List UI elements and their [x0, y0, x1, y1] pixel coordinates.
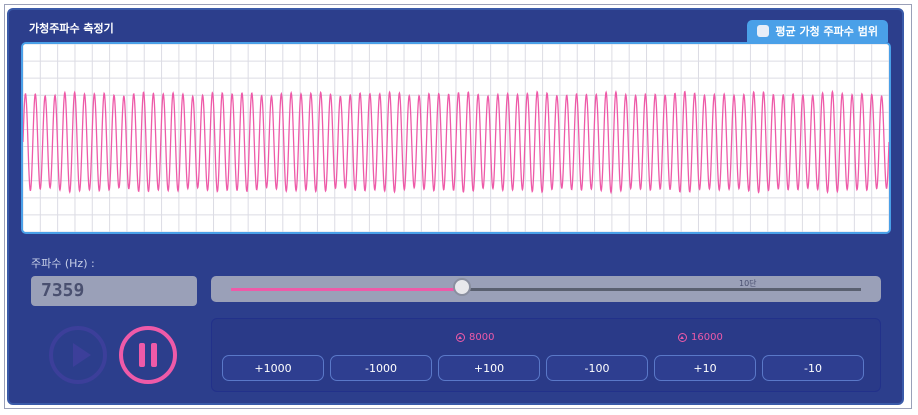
play-icon	[73, 343, 91, 367]
avg-range-label: 평균 가청 주파수 범위	[775, 25, 878, 38]
avg-range-toggle[interactable]: 평균 가청 주파수 범위	[747, 20, 888, 42]
frequency-slider[interactable]: 10단	[211, 276, 881, 302]
marker-8000[interactable]: 8000	[456, 332, 494, 343]
main-panel: 가청주파수 측정기 평균 가청 주파수 범위 주파수 (Hz) : 7359 1…	[7, 8, 904, 405]
slider-tick-label: 10단	[739, 279, 757, 288]
slider-track[interactable]	[231, 288, 861, 291]
pause-icon-bar	[151, 343, 157, 367]
oscilloscope-display	[21, 42, 891, 234]
plus-1000-button[interactable]: +1000	[222, 355, 324, 381]
minus-10-button[interactable]: -10	[762, 355, 864, 381]
marker-label: 16000	[691, 332, 723, 343]
pause-button[interactable]	[119, 326, 177, 384]
up-arrow-circle-icon	[456, 333, 465, 342]
step-controls: 8000 16000 +1000 -1000 +100 -100 +10 -10	[211, 318, 881, 392]
marker-label: 8000	[469, 332, 495, 343]
slider-thumb[interactable]	[453, 278, 472, 296]
play-button[interactable]	[49, 326, 107, 384]
minus-100-button[interactable]: -100	[546, 355, 648, 381]
avg-range-checkbox[interactable]	[757, 25, 770, 37]
frequency-label: 주파수 (Hz) :	[31, 257, 95, 270]
up-arrow-circle-icon	[678, 333, 687, 342]
minus-1000-button[interactable]: -1000	[330, 355, 432, 381]
waveform-canvas	[23, 44, 889, 232]
plus-10-button[interactable]: +10	[654, 355, 756, 381]
pause-icon	[139, 343, 145, 367]
slider-fill	[231, 288, 463, 291]
app-title: 가청주파수 측정기	[29, 22, 114, 35]
marker-16000[interactable]: 16000	[678, 332, 723, 343]
plus-100-button[interactable]: +100	[438, 355, 540, 381]
frequency-readout: 7359	[31, 276, 197, 306]
